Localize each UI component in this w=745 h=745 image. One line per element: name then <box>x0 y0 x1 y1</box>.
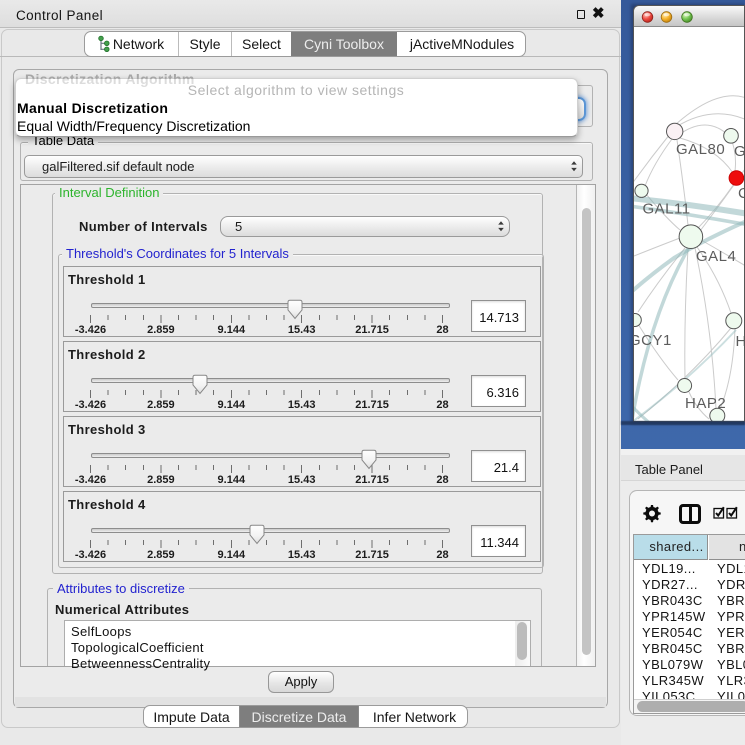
svg-text:C: C <box>738 185 745 202</box>
svg-text:GAL80: GAL80 <box>676 141 725 158</box>
svg-text:H: H <box>736 333 745 350</box>
svg-text:GA: GA <box>734 143 745 160</box>
svg-text:GAL4: GAL4 <box>696 248 736 265</box>
svg-text:GCY1: GCY1 <box>634 332 672 349</box>
svg-text:GAL11: GAL11 <box>643 201 691 218</box>
svg-text:HAP2: HAP2 <box>685 395 726 412</box>
